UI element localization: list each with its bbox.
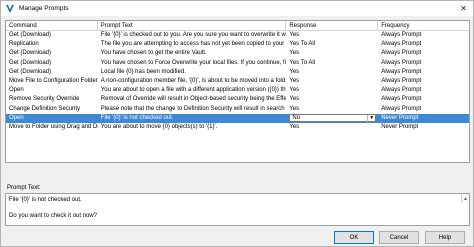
table-row-selected[interactable]: Open File '{0}' is not checked out. No ▼…: [6, 113, 469, 123]
window-title: Manage Prompts: [19, 5, 69, 12]
cell-response[interactable]: Yes: [286, 86, 378, 95]
manage-prompts-dialog: Manage Prompts ✕ Command Prompt Text Res…: [0, 0, 474, 247]
prompt-text-line: Do you want to check it out now?: [9, 213, 98, 219]
table-row[interactable]: Open You are about to open a file with a…: [6, 86, 469, 95]
table-row[interactable]: Get (Download) You have chosen to get th…: [6, 49, 469, 58]
cell-frequency[interactable]: Always Prompt: [378, 40, 469, 49]
cell-frequency[interactable]: Always Prompt: [378, 31, 469, 40]
column-header-prompt-text[interactable]: Prompt Text: [98, 21, 287, 30]
table-row[interactable]: Get (Download) Local file {0} has been m…: [6, 68, 469, 77]
scroll-up-icon[interactable]: ▲: [461, 194, 469, 203]
cell-command: Get (Download): [9, 32, 52, 38]
table-row[interactable]: Move File to Configuration Folder A non-…: [6, 77, 469, 86]
table-row[interactable]: Get (Download) You have chosen to Force …: [6, 59, 469, 68]
cell-command: Move to Folder using Drag and Drop: [9, 123, 98, 130]
cell-response[interactable]: Yes: [286, 105, 378, 114]
table-row[interactable]: Change Definition Security Please note t…: [6, 105, 469, 114]
cancel-button[interactable]: Cancel: [379, 231, 419, 244]
column-header-frequency[interactable]: Frequency: [378, 21, 469, 30]
cell-response[interactable]: Yes: [286, 77, 378, 86]
cell-frequency[interactable]: Always Prompt: [378, 95, 469, 104]
prompt-text-label: Prompt Text:: [7, 185, 41, 191]
cell-response[interactable]: Yes: [286, 95, 378, 104]
cell-prompt-text: A non-configuration member file, '{0}', …: [100, 77, 287, 84]
cell-prompt-text: You have chosen to get the entire Vault.: [100, 50, 207, 57]
response-dropdown-cell: No ▼: [286, 114, 378, 123]
cell-command: Remove Security Override: [9, 96, 80, 103]
cell-command: Move File to Configuration Folder: [9, 77, 98, 84]
table-row[interactable]: Remove Security Override Removal of Over…: [6, 95, 469, 104]
cell-prompt-text: File '{0}' is checked out to you. Are yo…: [100, 32, 287, 38]
cell-command: Get (Download): [9, 59, 52, 66]
cell-command: Get (Download): [9, 50, 52, 57]
prompts-grid: Command Prompt Text Response Frequency G…: [5, 20, 470, 163]
cell-frequency[interactable]: Never Prompt: [378, 114, 469, 123]
grid-header: Command Prompt Text Response Frequency: [6, 21, 469, 31]
cell-prompt-text: The file you are attempting to access ha…: [100, 41, 287, 48]
cell-command: Get (Download): [9, 68, 52, 75]
cell-prompt-text: Local file {0} has been modified.: [100, 68, 186, 75]
close-button[interactable]: ✕: [458, 3, 469, 14]
cell-response[interactable]: Yes: [286, 31, 378, 40]
cell-command: Open: [9, 114, 24, 121]
cell-command: Replication: [9, 41, 39, 48]
ok-button[interactable]: OK: [334, 231, 374, 244]
cell-frequency[interactable]: Always Prompt: [378, 59, 469, 68]
cell-prompt-text: You are about to open a file with a diff…: [100, 87, 287, 94]
table-row[interactable]: Get (Download) File '{0}' is checked out…: [6, 31, 469, 40]
cell-frequency[interactable]: Always Prompt: [378, 77, 469, 86]
cell-response[interactable]: Yes To All: [286, 59, 378, 68]
chevron-down-icon[interactable]: ▼: [367, 114, 375, 122]
cell-command: Change Definition Security: [9, 105, 81, 112]
cell-prompt-text: File '{0}' is not checked out.: [100, 114, 174, 121]
prompt-text-line: [9, 204, 466, 212]
help-button[interactable]: Help: [425, 231, 465, 244]
cell-prompt-text: Please note that the change to Definitio…: [100, 105, 287, 112]
cell-frequency[interactable]: Always Prompt: [378, 105, 469, 114]
cell-frequency[interactable]: Always Prompt: [378, 49, 469, 58]
prompt-text-box[interactable]: File '{0}' is not checked out. Do you wa…: [5, 193, 470, 226]
prompt-text-line: File '{0}' is not checked out.: [9, 197, 82, 203]
cell-response[interactable]: Yes: [286, 68, 378, 77]
table-row[interactable]: Replication The file you are attempting …: [6, 40, 469, 49]
cell-frequency[interactable]: Always Prompt: [378, 68, 469, 77]
title-bar: Manage Prompts ✕: [1, 1, 473, 16]
cell-command: Open: [9, 87, 24, 94]
response-dropdown-value: No: [292, 114, 301, 121]
response-dropdown[interactable]: No ▼: [289, 114, 377, 123]
column-header-response[interactable]: Response: [286, 21, 379, 30]
column-header-command[interactable]: Command: [6, 21, 98, 30]
cell-prompt-text: You have chosen to Force Overwrite your …: [100, 59, 287, 66]
cell-response[interactable]: Yes: [286, 49, 378, 58]
cell-response[interactable]: Yes To All: [286, 40, 378, 49]
cell-response[interactable]: Yes: [286, 123, 378, 132]
vault-logo-icon: [5, 4, 15, 14]
cell-prompt-text: You are about to move {0} objects(s) to …: [100, 123, 218, 130]
cell-frequency[interactable]: Always Prompt: [378, 86, 469, 95]
cell-frequency[interactable]: Never Prompt: [378, 123, 469, 132]
cell-prompt-text: Removal of Override will result in Objec…: [100, 96, 287, 103]
table-row[interactable]: Move to Folder using Drag and Drop You a…: [6, 123, 469, 132]
